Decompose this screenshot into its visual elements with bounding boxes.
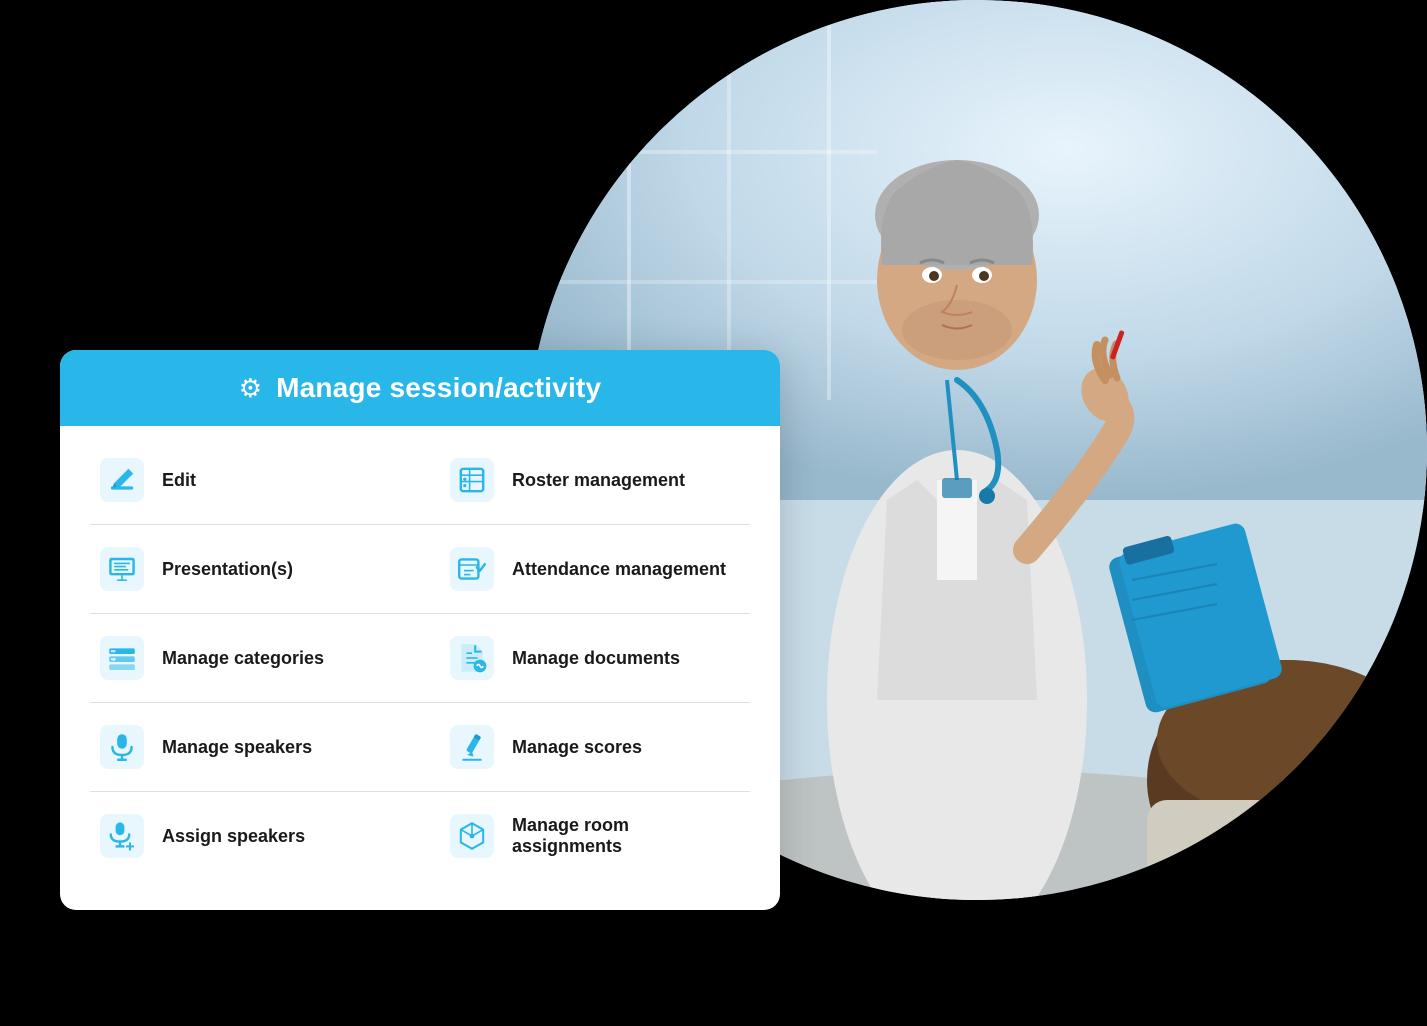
menu-item-presentations[interactable]: Presentation(s): [90, 525, 420, 614]
attendance-icon: [450, 547, 494, 591]
room-icon: [450, 814, 494, 858]
manage-session-card: ⚙ Manage session/activity Edit: [60, 350, 780, 910]
roster-icon: [450, 458, 494, 502]
menu-item-edit[interactable]: Edit: [90, 436, 420, 525]
assign-speakers-label: Assign speakers: [162, 826, 305, 847]
left-menu-col: Edit Presentation(: [90, 436, 420, 880]
presentations-label: Presentation(s): [162, 559, 293, 580]
manage-categories-label: Manage categories: [162, 648, 324, 669]
card-body: Edit Presentation(: [60, 426, 780, 910]
scores-label: Manage scores: [512, 737, 642, 758]
right-menu-col: Roster management Attendance management: [420, 436, 750, 880]
menu-item-manage-categories[interactable]: Manage categories: [90, 614, 420, 703]
menu-item-attendance[interactable]: Attendance management: [420, 525, 750, 614]
presentation-icon: [100, 547, 144, 591]
menu-item-assign-speakers[interactable]: Assign speakers: [90, 792, 420, 880]
menu-item-documents[interactable]: Manage documents: [420, 614, 750, 703]
card-title: Manage session/activity: [276, 372, 601, 404]
menu-item-room-assignments[interactable]: Manage room assignments: [420, 792, 750, 880]
microphone-plus-icon: [100, 814, 144, 858]
menu-item-manage-speakers[interactable]: Manage speakers: [90, 703, 420, 792]
roster-label: Roster management: [512, 470, 685, 491]
edit-icon: [100, 458, 144, 502]
edit-label: Edit: [162, 470, 196, 491]
scores-icon: [450, 725, 494, 769]
categories-icon: [100, 636, 144, 680]
manage-speakers-label: Manage speakers: [162, 737, 312, 758]
documents-icon: [450, 636, 494, 680]
menu-item-scores[interactable]: Manage scores: [420, 703, 750, 792]
gear-icon: ⚙: [239, 373, 262, 404]
attendance-label: Attendance management: [512, 559, 726, 580]
documents-label: Manage documents: [512, 648, 680, 669]
menu-item-roster[interactable]: Roster management: [420, 436, 750, 525]
room-assignments-label: Manage room assignments: [512, 815, 730, 857]
microphone-icon: [100, 725, 144, 769]
scene: ⚙ Manage session/activity Edit: [0, 0, 1427, 1026]
card-header: ⚙ Manage session/activity: [60, 350, 780, 426]
